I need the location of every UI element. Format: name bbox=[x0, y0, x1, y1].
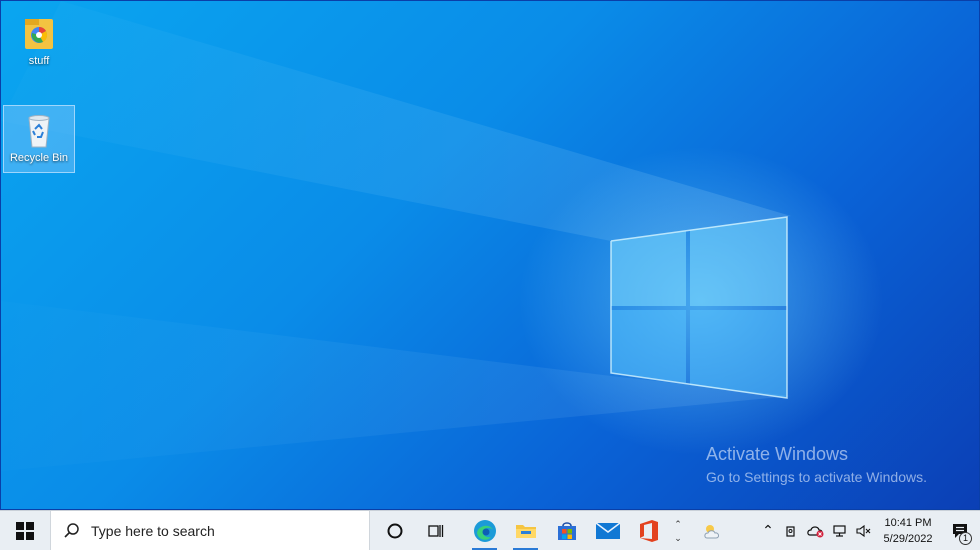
taskbar-scroll-buttons[interactable]: ⌃ ⌄ bbox=[669, 511, 687, 550]
file-explorer-icon bbox=[515, 524, 536, 538]
mail-icon bbox=[595, 521, 620, 539]
wallpaper-light-beams bbox=[1, 1, 791, 471]
edge-icon bbox=[473, 519, 496, 542]
show-hidden-icons-button[interactable]: ⌃ bbox=[756, 511, 780, 550]
desktop-icon-stuff[interactable]: stuff bbox=[3, 9, 75, 67]
taskbar-clock[interactable]: 10:41 PM 5/29/2022 bbox=[876, 515, 940, 547]
action-center-button[interactable]: 1 bbox=[940, 511, 980, 550]
clock-time: 10:41 PM bbox=[884, 516, 932, 529]
taskbar: Type here to search ⌃ ⌄ ⌃ 10:41 PM 5/29/… bbox=[0, 510, 980, 550]
network-icon bbox=[833, 524, 846, 537]
taskbar-search-box[interactable]: Type here to search bbox=[50, 510, 370, 550]
office-icon bbox=[639, 519, 658, 542]
volume-muted-icon bbox=[856, 524, 871, 537]
tray-network[interactable] bbox=[828, 511, 852, 550]
start-button[interactable] bbox=[0, 511, 50, 550]
watermark-title: Activate Windows bbox=[706, 444, 849, 464]
taskbar-app-office[interactable] bbox=[628, 511, 669, 550]
desktop-icon-recycle-bin[interactable]: Recycle Bin bbox=[3, 105, 75, 173]
chevron-up-icon: ⌃ bbox=[762, 522, 774, 538]
onedrive-error-icon bbox=[807, 525, 824, 537]
weather-cloud-sun-icon bbox=[704, 524, 719, 538]
clock-date: 5/29/2022 bbox=[883, 532, 933, 545]
taskbar-app-mail[interactable] bbox=[587, 511, 628, 550]
camera-icon bbox=[786, 525, 795, 537]
search-placeholder: Type here to search bbox=[91, 522, 215, 539]
taskbar-app-file-explorer[interactable] bbox=[505, 511, 546, 550]
task-view-icon bbox=[427, 524, 443, 537]
desktop[interactable]: stuff Recycle Bin Activate Windows Go to… bbox=[0, 0, 980, 510]
recycle-bin-icon bbox=[19, 110, 59, 150]
store-icon bbox=[557, 521, 576, 540]
chevron-down-icon[interactable]: ⌄ bbox=[674, 531, 682, 545]
weather-widget[interactable] bbox=[693, 511, 733, 550]
notification-count-badge: 1 bbox=[959, 531, 972, 545]
cortana-icon bbox=[387, 523, 402, 538]
desktop-icon-label: Recycle Bin bbox=[9, 152, 69, 164]
taskbar-app-store[interactable] bbox=[546, 511, 587, 550]
watermark-subtitle: Go to Settings to activate Windows. bbox=[706, 469, 927, 485]
system-tray: ⌃ 10:41 PM 5/29/2022 1 bbox=[756, 511, 980, 550]
cortana-button[interactable] bbox=[374, 511, 415, 550]
desktop-icon-label: stuff bbox=[28, 55, 50, 67]
tray-onedrive[interactable] bbox=[804, 511, 828, 550]
taskbar-app-edge[interactable] bbox=[464, 511, 505, 550]
windows-logo-icon bbox=[16, 521, 34, 540]
tray-meet-now[interactable] bbox=[780, 511, 804, 550]
chevron-up-icon[interactable]: ⌃ bbox=[674, 517, 682, 531]
folder-shortcut-icon bbox=[19, 13, 59, 53]
task-view-button[interactable] bbox=[415, 511, 456, 550]
tray-volume[interactable] bbox=[852, 511, 876, 550]
activate-windows-watermark: Activate Windows Go to Settings to activ… bbox=[706, 444, 927, 485]
search-icon bbox=[64, 522, 79, 538]
